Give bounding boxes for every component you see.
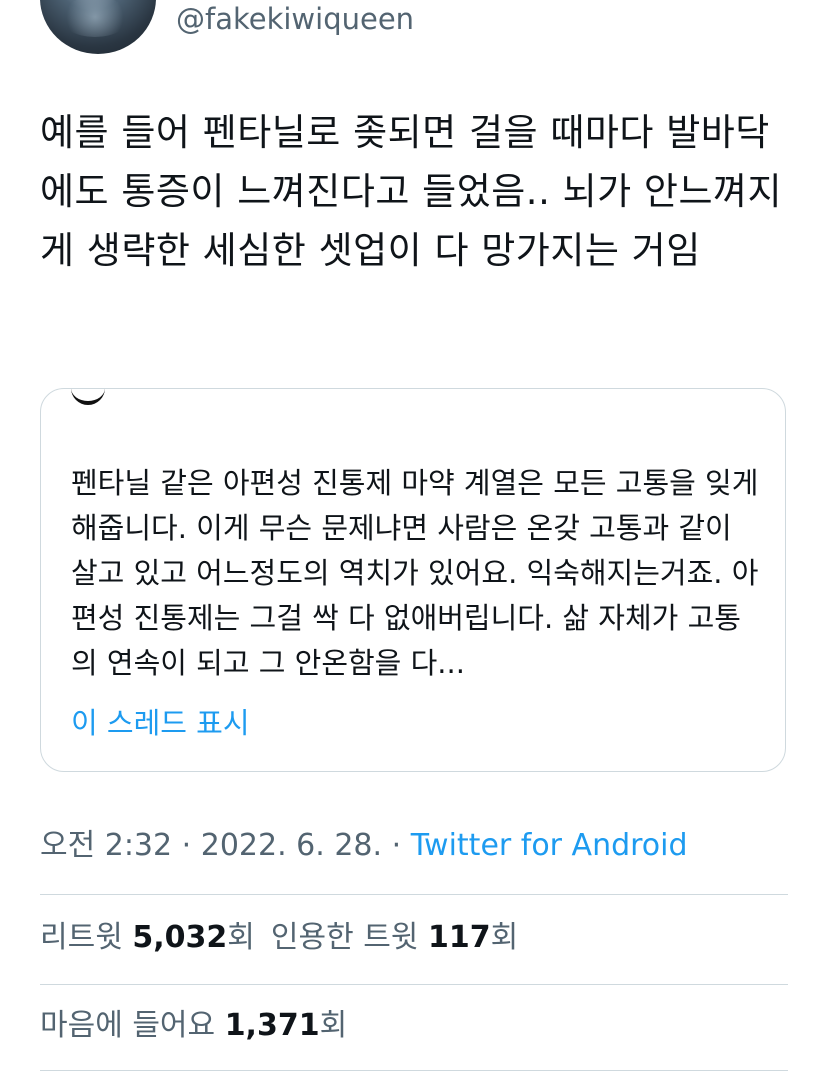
divider [40, 894, 788, 895]
quoted-tweet-text: 펜타닐 같은 아편성 진통제 마약 계열은 모든 고통을 잊게 해줍니다. 이게… [71, 466, 759, 680]
quote-tweets-suffix: 회 [490, 920, 519, 955]
tweet-time[interactable]: 오전 2:32 [40, 828, 172, 863]
quoted-tweet-card[interactable]: 펜타닐 같은 아편성 진통제 마약 계열은 모든 고통을 잊게 해줍니다. 이게… [40, 388, 786, 772]
tweet-text: 예를 들어 펜타닐로 좆되면 걸을 때마다 발바닥에도 통증이 느껴진다고 들었… [40, 111, 783, 272]
tweet-date[interactable]: 2022. 6. 28. [201, 828, 382, 863]
user-handle[interactable]: @fakekiwiqueen [176, 2, 414, 36]
retweets-suffix: 회 [227, 920, 255, 955]
quote-tweets-count: 117 [427, 920, 491, 955]
likes-row: 마음에 들어요 1,371회 [40, 1006, 347, 1046]
divider [40, 984, 788, 985]
likes-suffix: 회 [319, 1008, 348, 1043]
divider [40, 1070, 788, 1071]
likes-label: 마음에 들어요 [40, 1008, 216, 1043]
show-thread-link[interactable]: 이 스레드 표시 [71, 703, 250, 743]
quoted-user-avatar[interactable] [71, 389, 105, 405]
meta-separator: · [181, 828, 192, 863]
quote-tweets-stat[interactable]: 인용한 트윗 117회 [271, 920, 518, 955]
meta-separator: · [391, 828, 402, 863]
retweets-count: 5,032 [132, 920, 228, 955]
avatar[interactable] [40, 0, 156, 54]
tweet-metadata: 오전 2:32 · 2022. 6. 28. · Twitter for And… [40, 826, 688, 866]
retweets-label: 리트윗 [40, 920, 123, 955]
tweet-source-link[interactable]: Twitter for Android [411, 828, 688, 863]
likes-stat[interactable]: 마음에 들어요 1,371회 [40, 1008, 347, 1043]
retweets-stat[interactable]: 리트윗 5,032회 [40, 920, 255, 955]
likes-count: 1,371 [224, 1008, 320, 1043]
engagement-row: 리트윗 5,032회 인용한 트윗 117회 [40, 918, 518, 958]
quote-tweets-label: 인용한 트윗 [270, 920, 419, 955]
